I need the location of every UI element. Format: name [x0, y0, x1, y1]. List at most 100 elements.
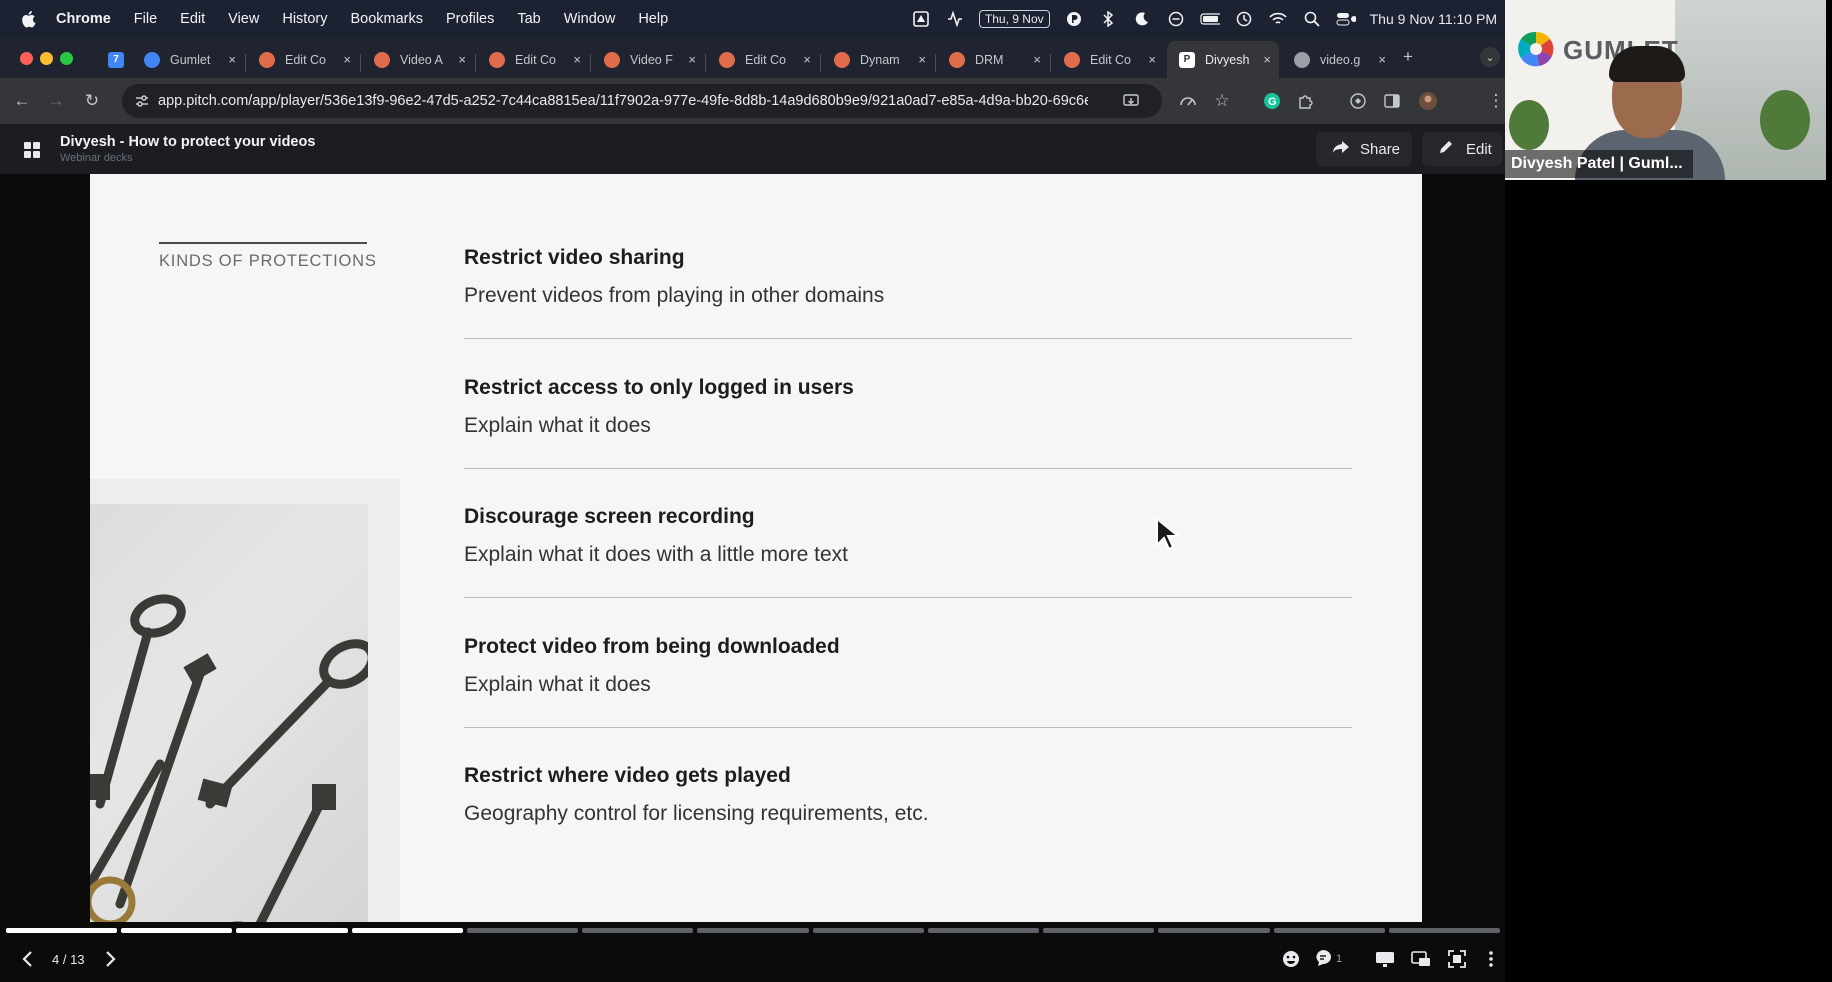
- forward-arrow-icon[interactable]: →: [46, 91, 66, 111]
- bluetooth-icon[interactable]: [1098, 9, 1118, 29]
- browser-tab[interactable]: video.g ×: [1282, 41, 1394, 78]
- window-close-button[interactable]: [20, 52, 33, 65]
- previous-slide-chevron-icon[interactable]: [16, 948, 38, 970]
- apple-icon[interactable]: [18, 9, 38, 29]
- tab-close-icon[interactable]: ×: [1148, 52, 1156, 67]
- progress-segment[interactable]: [927, 928, 1040, 933]
- perplexity-extension-icon[interactable]: [1348, 91, 1368, 111]
- progress-segment[interactable]: [466, 928, 579, 933]
- menu-view[interactable]: View: [228, 11, 259, 27]
- tab-close-icon[interactable]: ×: [343, 52, 351, 67]
- picture-in-picture-icon[interactable]: [1410, 948, 1432, 970]
- browser-tab[interactable]: DRM ×: [937, 41, 1049, 78]
- progress-segment[interactable]: [351, 928, 463, 933]
- menu-file[interactable]: File: [134, 11, 157, 27]
- progress-segment[interactable]: [6, 928, 118, 933]
- grammarly-extension-icon[interactable]: G: [1262, 91, 1282, 111]
- tab-search-chevron-icon[interactable]: ⌄: [1480, 47, 1500, 67]
- menu-help[interactable]: Help: [638, 11, 668, 27]
- gumlet-icon: [144, 51, 160, 68]
- progress-segment[interactable]: [1273, 928, 1385, 933]
- side-panel-icon[interactable]: [1382, 91, 1402, 111]
- browser-tab[interactable]: Edit Co ×: [1052, 41, 1164, 78]
- profile-avatar-icon[interactable]: [1418, 91, 1438, 111]
- chrome-tab-strip: 7 + ⌄ Gumlet × Edit Co × Video A × Edit Co × Vid…: [0, 37, 1505, 78]
- reload-icon[interactable]: ↻: [82, 91, 102, 111]
- control-center-icon[interactable]: [1336, 9, 1356, 29]
- pitch-status-icon[interactable]: [1064, 9, 1084, 29]
- browser-tab[interactable]: Edit Co ×: [477, 41, 589, 78]
- menu-window[interactable]: Window: [564, 11, 616, 27]
- focus-moon-icon[interactable]: [1132, 9, 1152, 29]
- progress-segment[interactable]: [1043, 928, 1155, 933]
- menu-history[interactable]: History: [282, 11, 327, 27]
- calendar-icon: 7: [108, 51, 124, 68]
- address-bar[interactable]: app.pitch.com/app/player/536e13f9-96e2-4…: [122, 84, 1162, 118]
- tab-close-icon[interactable]: ×: [688, 52, 696, 67]
- comments-button[interactable]: 1: [1314, 948, 1350, 970]
- activity-icon[interactable]: [945, 9, 965, 29]
- bookmark-star-icon[interactable]: ☆: [1212, 91, 1232, 111]
- item-divider: [464, 338, 1352, 339]
- menu-app-chrome[interactable]: Chrome: [56, 11, 111, 27]
- progress-segment[interactable]: [1158, 928, 1270, 933]
- battery-icon[interactable]: [1200, 9, 1220, 29]
- tab-close-icon[interactable]: ×: [1378, 52, 1386, 67]
- menu-bookmarks[interactable]: Bookmarks: [350, 11, 423, 27]
- progress-segment[interactable]: [812, 928, 924, 933]
- progress-segment[interactable]: [1388, 928, 1500, 933]
- time-machine-icon[interactable]: [1234, 9, 1254, 29]
- browser-tab[interactable]: Video A ×: [362, 41, 474, 78]
- progress-segment[interactable]: [697, 928, 809, 933]
- presentation-folder[interactable]: Webinar decks: [60, 152, 133, 164]
- right-edge: [1826, 0, 1832, 180]
- browser-tab[interactable]: Video F ×: [592, 41, 704, 78]
- tab-close-icon[interactable]: ×: [228, 52, 236, 67]
- menu-profiles[interactable]: Profiles: [446, 11, 494, 27]
- screenshot-tool-icon[interactable]: [911, 9, 931, 29]
- more-options-kebab-icon[interactable]: [1480, 948, 1502, 970]
- fullscreen-icon[interactable]: [1446, 948, 1468, 970]
- tab-close-icon[interactable]: ×: [573, 52, 581, 67]
- presenter-view-icon[interactable]: [1374, 948, 1396, 970]
- browser-tab[interactable]: Edit Co ×: [707, 41, 819, 78]
- spotlight-search-icon[interactable]: [1302, 9, 1322, 29]
- new-tab-plus-icon[interactable]: +: [1398, 47, 1418, 67]
- browser-tab[interactable]: Dynam ×: [822, 41, 934, 78]
- progress-segment[interactable]: [582, 928, 694, 933]
- url-text[interactable]: app.pitch.com/app/player/536e13f9-96e2-4…: [158, 93, 1088, 109]
- back-arrow-icon[interactable]: ←: [12, 91, 32, 111]
- window-minimize-button[interactable]: [40, 52, 53, 65]
- extensions-puzzle-icon[interactable]: [1296, 91, 1316, 111]
- tab-close-icon[interactable]: ×: [1263, 52, 1271, 67]
- pitch-p-icon: P: [1179, 51, 1195, 68]
- chrome-menu-kebab-icon[interactable]: ⋮: [1486, 91, 1506, 111]
- window-maximize-button[interactable]: [60, 52, 73, 65]
- edit-button[interactable]: Edit: [1422, 132, 1502, 166]
- share-button[interactable]: Share: [1316, 132, 1412, 166]
- date-badge[interactable]: Thu, 9 Nov: [978, 9, 1050, 28]
- next-slide-chevron-icon[interactable]: [100, 948, 122, 970]
- reactions-emoji-icon[interactable]: [1280, 948, 1302, 970]
- site-info-icon[interactable]: [134, 93, 150, 114]
- pitch-icon: [1064, 51, 1080, 68]
- menu-edit[interactable]: Edit: [180, 11, 205, 27]
- app-grid-icon[interactable]: [24, 142, 40, 163]
- tab-close-icon[interactable]: ×: [803, 52, 811, 67]
- tab-pinned-calendar[interactable]: 7: [96, 41, 126, 78]
- tab-close-icon[interactable]: ×: [918, 52, 926, 67]
- do-not-disturb-icon[interactable]: [1166, 9, 1186, 29]
- install-app-icon[interactable]: [1122, 92, 1140, 115]
- wifi-icon[interactable]: [1268, 9, 1288, 29]
- browser-tab[interactable]: Edit Co ×: [247, 41, 359, 78]
- menu-tab[interactable]: Tab: [517, 11, 540, 27]
- browser-tab[interactable]: Gumlet ×: [132, 41, 244, 78]
- progress-segment[interactable]: [236, 928, 348, 933]
- progress-segment[interactable]: [121, 928, 233, 933]
- tab-close-icon[interactable]: ×: [1033, 52, 1041, 67]
- browser-tab[interactable]: P Divyesh ×: [1167, 41, 1279, 78]
- performance-gauge-icon[interactable]: [1178, 91, 1198, 111]
- slide-progress-bar[interactable]: [0, 922, 1505, 936]
- menubar-clock[interactable]: Thu 9 Nov 11:10 PM: [1370, 11, 1497, 27]
- tab-close-icon[interactable]: ×: [458, 52, 466, 67]
